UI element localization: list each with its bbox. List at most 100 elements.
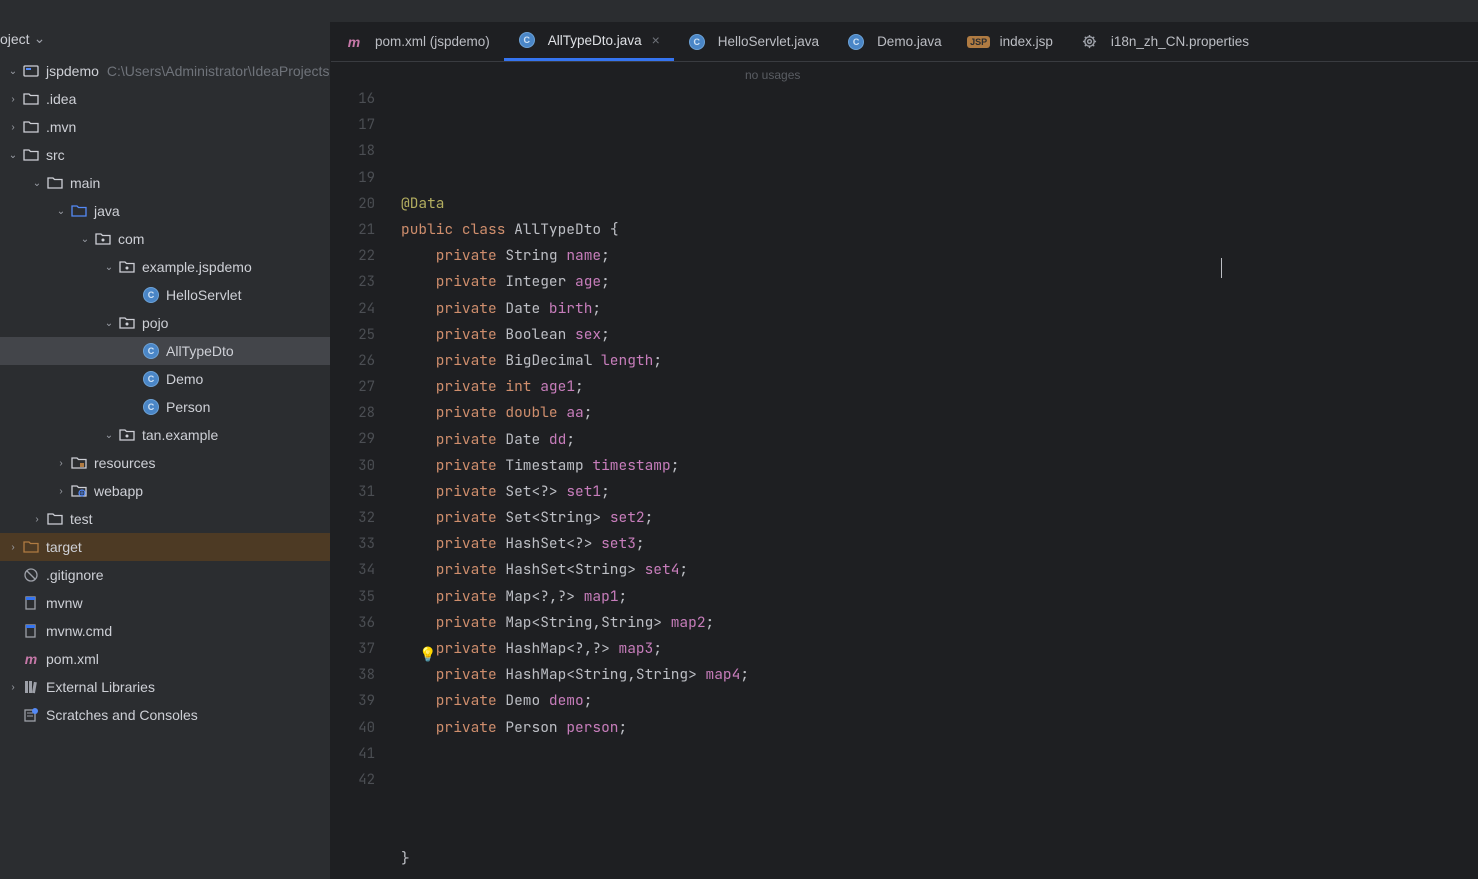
- chevron-right-icon[interactable]: ›: [28, 514, 46, 525]
- code-line[interactable]: private double aa;: [401, 400, 749, 426]
- tab-i18n-zh-cn-properties[interactable]: i18n_zh_CN.properties: [1067, 22, 1263, 61]
- tab-alltypedto-java[interactable]: CAllTypeDto.java×: [504, 22, 674, 61]
- line-number[interactable]: 34: [331, 557, 401, 583]
- code-line[interactable]: @Data: [401, 191, 749, 217]
- tree-item-tan-example[interactable]: ⌄tan.example: [0, 421, 330, 449]
- code-line[interactable]: private Integer age;: [401, 269, 749, 295]
- tree-item-demo[interactable]: CDemo: [0, 365, 330, 393]
- tree-item-main[interactable]: ⌄main: [0, 169, 330, 197]
- tree-item-example-jspdemo[interactable]: ⌄example.jspdemo: [0, 253, 330, 281]
- line-number[interactable]: 17: [331, 112, 401, 138]
- code-line[interactable]: private Person person;: [401, 715, 749, 741]
- line-number[interactable]: 24: [331, 296, 401, 322]
- line-number[interactable]: 20: [331, 191, 401, 217]
- code-line[interactable]: public class AllTypeDto {: [401, 217, 749, 243]
- tree-item-target[interactable]: ›target: [0, 533, 330, 561]
- tree-item-mvnw-cmd[interactable]: mvnw.cmd: [0, 617, 330, 645]
- code-line[interactable]: private Timestamp timestamp;: [401, 453, 749, 479]
- line-number[interactable]: 40: [331, 715, 401, 741]
- tree-item-helloservlet[interactable]: CHelloServlet: [0, 281, 330, 309]
- code-line[interactable]: [401, 872, 749, 879]
- chevron-down-icon[interactable]: ⌄: [100, 318, 118, 329]
- code-content[interactable]: 💡 @Datapublic class AllTypeDto { private…: [401, 62, 749, 879]
- close-icon[interactable]: ×: [652, 32, 660, 48]
- code-line[interactable]: private Date dd;: [401, 427, 749, 453]
- tree-item-alltypedto[interactable]: CAllTypeDto: [0, 337, 330, 365]
- tree-item--idea[interactable]: ›.idea: [0, 85, 330, 113]
- tree-item-resources[interactable]: ›resources: [0, 449, 330, 477]
- code-line[interactable]: private HashSet<?> set3;: [401, 531, 749, 557]
- code-line[interactable]: }: [401, 846, 749, 872]
- tree-root[interactable]: ⌄ jspdemo C:\Users\Administrator\IdeaPro…: [0, 57, 330, 85]
- chevron-right-icon[interactable]: ›: [52, 458, 70, 469]
- code-line[interactable]: private HashMap<?,?> map3;: [401, 636, 749, 662]
- line-number[interactable]: 38: [331, 662, 401, 688]
- tree-item-src[interactable]: ⌄src: [0, 141, 330, 169]
- project-view-header[interactable]: oject ⌄: [0, 22, 330, 57]
- chevron-down-icon[interactable]: ⌄: [100, 430, 118, 441]
- line-number[interactable]: 31: [331, 479, 401, 505]
- code-line[interactable]: private int age1;: [401, 374, 749, 400]
- line-number[interactable]: 29: [331, 426, 401, 452]
- tree-item-test[interactable]: ›test: [0, 505, 330, 533]
- tree-item-person[interactable]: CPerson: [0, 393, 330, 421]
- code-line[interactable]: private Map<String,String> map2;: [401, 610, 749, 636]
- tree-item-com[interactable]: ⌄com: [0, 225, 330, 253]
- line-number[interactable]: 35: [331, 584, 401, 610]
- tree-item-mvnw[interactable]: mvnw: [0, 589, 330, 617]
- line-number[interactable]: 30: [331, 453, 401, 479]
- line-number[interactable]: 23: [331, 269, 401, 295]
- line-number[interactable]: 28: [331, 400, 401, 426]
- tree-item--mvn[interactable]: ›.mvn: [0, 113, 330, 141]
- code-line[interactable]: [401, 819, 749, 845]
- chevron-down-icon[interactable]: ⌄: [76, 234, 94, 245]
- code-line[interactable]: private Boolean sex;: [401, 322, 749, 348]
- chevron-right-icon[interactable]: ›: [4, 122, 22, 133]
- editor-body[interactable]: no usages 161718192021222324252627282930…: [331, 62, 1478, 879]
- line-number[interactable]: 41: [331, 741, 401, 767]
- code-line[interactable]: [401, 741, 749, 767]
- chevron-right-icon[interactable]: ›: [4, 94, 22, 105]
- scratches-consoles[interactable]: Scratches and Consoles: [0, 701, 330, 729]
- tab-index-jsp[interactable]: JSPindex.jsp: [956, 22, 1067, 61]
- code-line[interactable]: private Set<?> set1;: [401, 479, 749, 505]
- tree-item-java[interactable]: ⌄java: [0, 197, 330, 225]
- code-line[interactable]: private Date birth;: [401, 296, 749, 322]
- intention-bulb-icon[interactable]: 💡: [419, 642, 436, 668]
- chevron-down-icon[interactable]: ⌄: [52, 206, 70, 217]
- line-number[interactable]: 25: [331, 322, 401, 348]
- line-number[interactable]: 27: [331, 374, 401, 400]
- line-number[interactable]: 42: [331, 767, 401, 793]
- tab-demo-java[interactable]: CDemo.java: [833, 22, 956, 61]
- line-number[interactable]: 37: [331, 636, 401, 662]
- tree-item-pom-xml[interactable]: mpom.xml: [0, 645, 330, 673]
- code-line[interactable]: [401, 793, 749, 819]
- tab-helloservlet-java[interactable]: CHelloServlet.java: [674, 22, 833, 61]
- code-line[interactable]: private String name;: [401, 243, 749, 269]
- line-number[interactable]: 16: [331, 86, 401, 112]
- code-line[interactable]: private BigDecimal length;: [401, 348, 749, 374]
- code-line[interactable]: private Set<String> set2;: [401, 505, 749, 531]
- code-line[interactable]: [401, 767, 749, 793]
- line-number[interactable]: 19: [331, 165, 401, 191]
- code-line[interactable]: private HashSet<String> set4;: [401, 557, 749, 583]
- chevron-down-icon[interactable]: ⌄: [100, 262, 118, 273]
- line-number[interactable]: 33: [331, 531, 401, 557]
- chevron-down-icon[interactable]: ⌄: [28, 178, 46, 189]
- external-libraries[interactable]: › External Libraries: [0, 673, 330, 701]
- tree-item-pojo[interactable]: ⌄pojo: [0, 309, 330, 337]
- line-number[interactable]: 26: [331, 348, 401, 374]
- chevron-down-icon[interactable]: ⌄: [4, 150, 22, 161]
- line-number[interactable]: 22: [331, 243, 401, 269]
- line-number[interactable]: 21: [331, 217, 401, 243]
- code-line[interactable]: private HashMap<String,String> map4;: [401, 662, 749, 688]
- code-line[interactable]: private Demo demo;: [401, 688, 749, 714]
- line-number[interactable]: 18: [331, 138, 401, 164]
- code-line[interactable]: private Map<?,?> map1;: [401, 584, 749, 610]
- chevron-right-icon[interactable]: ›: [4, 542, 22, 553]
- tree-item--gitignore[interactable]: .gitignore: [0, 561, 330, 589]
- chevron-right-icon[interactable]: ›: [52, 486, 70, 497]
- tree-item-webapp[interactable]: ›webapp: [0, 477, 330, 505]
- tab-pom-xml-jspdemo-[interactable]: mpom.xml (jspdemo): [331, 22, 504, 61]
- line-number[interactable]: 32: [331, 505, 401, 531]
